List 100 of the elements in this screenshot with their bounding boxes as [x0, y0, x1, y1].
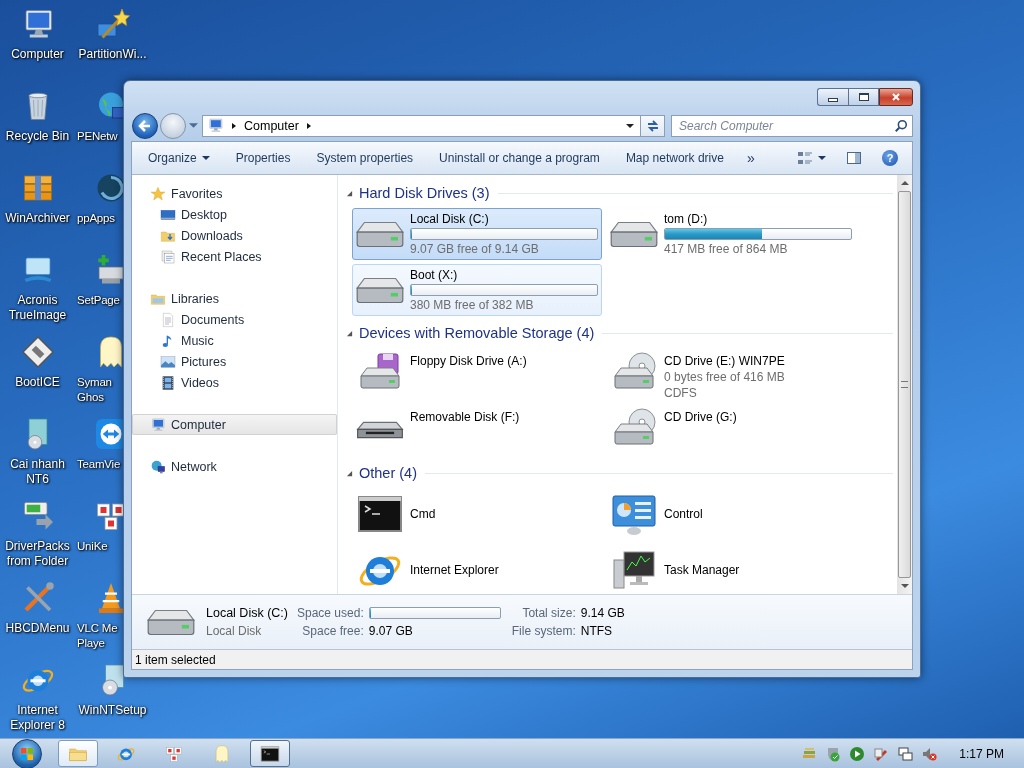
icon-label[interactable]: VLC Me Playe — [75, 621, 118, 651]
breadcrumb-arrow-icon[interactable] — [304, 121, 313, 130]
field-value: 9.07 GB — [368, 624, 414, 638]
search-field[interactable]: Search Computer — [671, 114, 913, 137]
icon-label[interactable]: UniKe — [75, 539, 108, 554]
drive-tile[interactable]: tom (D:) 417 MB free of 864 MB — [606, 208, 856, 260]
collapse-triangle-icon[interactable] — [346, 329, 353, 337]
program-tile[interactable]: Control — [606, 488, 856, 540]
toolbar-button[interactable]: Properties — [222, 145, 304, 171]
diamond-icon[interactable] — [19, 334, 56, 370]
play-icon[interactable] — [849, 745, 866, 762]
icon-label[interactable]: Internet Explorer 8 — [10, 703, 65, 733]
icon-label[interactable]: Acronis TrueImage — [8, 293, 67, 323]
network-icon — [150, 458, 166, 475]
nav-item[interactable]: Downloads — [132, 225, 337, 246]
shield-check-icon[interactable] — [825, 745, 842, 762]
field-label: Space used: — [297, 606, 364, 620]
free-space-text: 9.07 GB free of 9.14 GB — [410, 242, 540, 256]
program-tile[interactable]: Task Manager — [606, 544, 856, 594]
item-detail: CDFS — [664, 386, 698, 400]
collapse-triangle-icon[interactable] — [346, 469, 353, 477]
address-bar[interactable]: Computer — [202, 114, 641, 137]
nav-item[interactable]: Desktop — [132, 204, 337, 225]
history-caret-icon[interactable] — [189, 121, 198, 130]
details-title: Local Disk (C:) — [206, 606, 289, 620]
group-header[interactable]: Devices with Removable Storage (4) — [359, 325, 595, 341]
dropdown-caret-icon[interactable] — [626, 121, 634, 130]
landscape-icon — [160, 353, 176, 370]
back-button[interactable] — [132, 112, 158, 139]
nav-item[interactable]: Videos — [132, 372, 337, 393]
icon-label[interactable]: ppApps — [75, 211, 115, 226]
breadcrumb[interactable]: Computer — [244, 118, 299, 133]
start-button[interactable] — [12, 738, 42, 768]
item-name: Cmd — [410, 507, 436, 521]
clock[interactable]: 1:17 PM — [959, 746, 1004, 761]
nav-item[interactable]: Favorites — [132, 183, 337, 204]
nav-item[interactable]: Pictures — [132, 351, 337, 372]
field-label: Total size: — [521, 606, 576, 620]
nav-item[interactable]: Recent Places — [132, 246, 337, 267]
program-tile[interactable]: Internet Explorer — [352, 544, 602, 594]
icon-label[interactable]: Cai nhanh NT6 — [10, 457, 65, 487]
field-label: File system: — [511, 624, 576, 638]
refresh-button[interactable] — [641, 114, 665, 137]
group-header[interactable]: Other (4) — [359, 465, 417, 481]
pen-icon[interactable] — [873, 745, 890, 762]
network-monitor-icon[interactable] — [897, 745, 914, 762]
icon-label[interactable]: Recycle Bin — [5, 129, 70, 144]
icon-label[interactable]: DriverPacks from Folder — [5, 539, 70, 569]
toolbar-button[interactable]: Uninstall or change a program — [426, 145, 613, 171]
details-type: Local Disk — [206, 624, 263, 638]
icon-label[interactable]: TeamVie — [75, 457, 121, 472]
drive-tile[interactable]: Floppy Disk Drive (A:) — [352, 348, 602, 400]
field-value: NTFS — [580, 624, 614, 638]
nav-item[interactable]: Computer — [132, 414, 337, 435]
close-button[interactable] — [879, 88, 913, 106]
scrollbar[interactable] — [897, 175, 912, 594]
item-detail: 0 bytes free of 416 MB — [664, 370, 785, 384]
drive-tile[interactable]: Removable Disk (F:) — [352, 404, 602, 456]
breadcrumb-arrow-icon[interactable] — [230, 121, 238, 130]
drive-tile[interactable]: Boot (X:) 380 MB free of 382 MB — [352, 264, 602, 316]
maximize-button[interactable] — [848, 88, 879, 106]
terminal-icon — [260, 743, 280, 764]
collapse-triangle-icon[interactable] — [346, 189, 353, 197]
nav-item[interactable]: Network — [132, 456, 337, 477]
pane-icon — [846, 150, 862, 166]
group-header[interactable]: Hard Disk Drives (3) — [359, 185, 490, 201]
icon-label[interactable]: PENetw — [75, 129, 118, 144]
search-icon[interactable] — [894, 118, 908, 133]
minimize-button[interactable] — [817, 88, 848, 106]
hard-drive-icon — [356, 275, 404, 305]
drive-tile[interactable]: CD Drive (E:) WIN7PE 0 bytes free of 416 MB CDFS — [606, 348, 856, 400]
icon-label[interactable]: SetPage — [75, 293, 120, 308]
item-name: Control — [664, 507, 703, 521]
star-icon — [150, 185, 166, 202]
toolbar-button[interactable]: System properties — [303, 145, 427, 171]
icon-label[interactable]: BootICE — [15, 375, 60, 390]
taskbar-button[interactable] — [250, 740, 290, 767]
icon-label[interactable]: PartitionWi... — [78, 47, 147, 62]
film-icon — [160, 374, 176, 391]
computer-icon — [207, 117, 224, 134]
field-value: 9.14 GB — [580, 606, 625, 620]
nav-item[interactable]: Libraries — [132, 288, 337, 309]
free-space-text: 380 MB free of 382 MB — [410, 298, 535, 312]
icon-label[interactable]: Computer — [11, 47, 64, 62]
minimize-icon — [828, 98, 838, 102]
drive-tile[interactable]: CD Drive (G:) — [606, 404, 856, 456]
program-tile[interactable]: Cmd — [352, 488, 602, 540]
nav-item[interactable]: Music — [132, 330, 337, 351]
icon-label[interactable]: HBCDMenu — [5, 621, 70, 636]
free-space-text: 417 MB free of 864 MB — [664, 242, 789, 256]
icon-label[interactable]: Syman Ghos — [75, 375, 112, 405]
arrows-icon[interactable] — [93, 416, 123, 452]
toolbar-button[interactable]: Map network drive — [612, 145, 737, 171]
icon-label[interactable]: WinNTSetup — [78, 703, 147, 718]
item-name: Boot (X:) — [410, 268, 459, 282]
more-button[interactable]: » — [736, 145, 765, 171]
drive-tile[interactable]: Local Disk (C:) 9.07 GB free of 9.14 GB — [352, 208, 602, 260]
icon-label[interactable]: WinArchiver — [5, 211, 70, 226]
toolbar-button[interactable]: Organize — [135, 145, 223, 171]
nav-item[interactable]: Documents — [132, 309, 337, 330]
